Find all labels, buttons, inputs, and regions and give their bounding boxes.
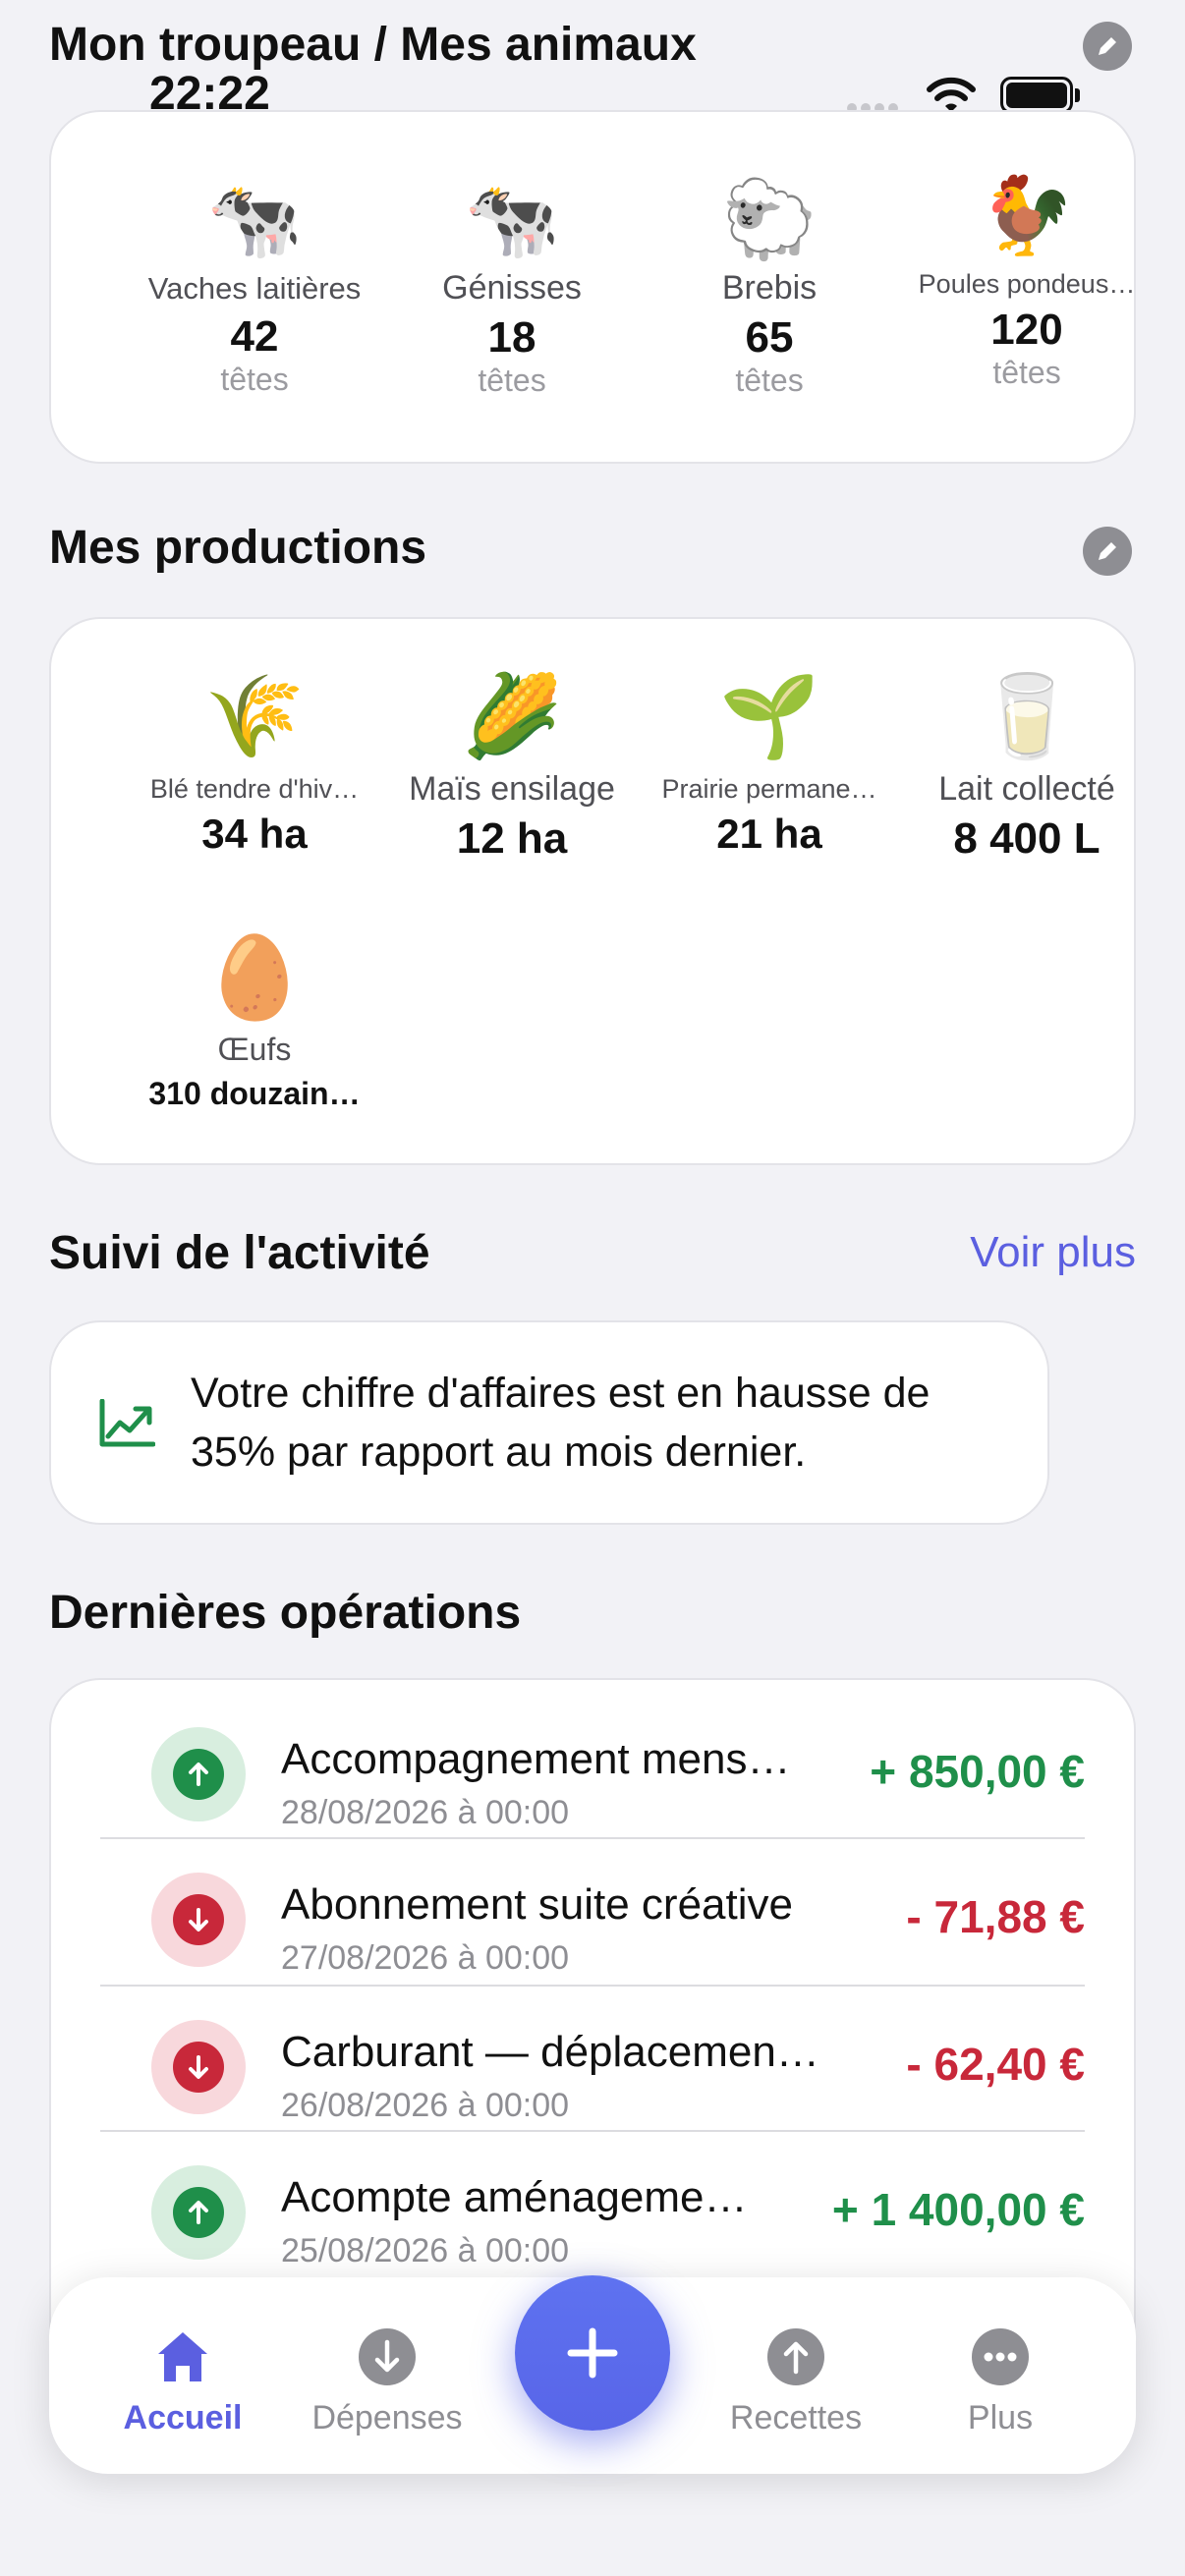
herd-item-value: 120 bbox=[990, 306, 1063, 354]
more-icon bbox=[972, 2328, 1029, 2385]
arrow-down-icon bbox=[189, 2055, 208, 2079]
operation-date: 27/08/2026 à 00:00 bbox=[281, 1939, 570, 1977]
tab-label: Plus bbox=[967, 2399, 1034, 2436]
tab-accueil[interactable]: Accueil bbox=[85, 2326, 281, 2437]
operation-row[interactable]: Abonnement suite créative 27/08/2026 à 0… bbox=[102, 1847, 1085, 1992]
arrow-down-icon bbox=[189, 1908, 208, 1932]
operation-amount: + 850,00 € bbox=[870, 1746, 1085, 1797]
herd-item-label: Poules pondeus… bbox=[918, 269, 1136, 299]
herd-item-value: 18 bbox=[487, 313, 536, 362]
herd-item[interactable]: 🐄 Génisses 18 têtes bbox=[383, 175, 641, 399]
cow-icon: 🐄 bbox=[464, 176, 560, 262]
divider bbox=[100, 2130, 1085, 2132]
milk-glass-icon: 🥛 bbox=[976, 672, 1078, 761]
income-badge bbox=[151, 2165, 246, 2260]
operation-row[interactable]: Carburant — déplacemen… 26/08/2026 à 00:… bbox=[102, 1994, 1085, 2140]
operation-date: 28/08/2026 à 00:00 bbox=[281, 1794, 570, 1831]
tab-label: Dépenses bbox=[311, 2399, 463, 2436]
arrow-up-icon bbox=[189, 2201, 208, 2224]
battery-icon bbox=[1000, 77, 1073, 114]
herd-item-unit: têtes bbox=[992, 355, 1061, 390]
operation-date: 25/08/2026 à 00:00 bbox=[281, 2232, 570, 2269]
production-item-value: 12 ha bbox=[456, 814, 568, 863]
see-more-link[interactable]: Voir plus bbox=[970, 1228, 1136, 1277]
seedling-icon: 🌱 bbox=[718, 672, 820, 761]
arrow-down-circle-icon bbox=[359, 2328, 416, 2385]
tab-plus[interactable]: Plus bbox=[902, 2326, 1099, 2437]
herd-title: Mon troupeau / Mes animaux bbox=[49, 19, 697, 71]
production-item-value: 21 ha bbox=[716, 811, 822, 857]
income-badge bbox=[151, 1727, 246, 1821]
home-icon bbox=[158, 2332, 207, 2381]
production-item-value: 310 douzain… bbox=[148, 1076, 361, 1111]
production-item-label: Œufs bbox=[217, 1032, 292, 1067]
operation-title: Acompte aménageme… bbox=[281, 2173, 748, 2221]
production-item[interactable]: 🥚 Œufs 310 douzain… bbox=[126, 931, 383, 1112]
operation-amount: - 71,88 € bbox=[906, 1891, 1085, 1942]
pencil-icon bbox=[1099, 542, 1116, 560]
add-button[interactable] bbox=[515, 2275, 670, 2431]
edit-herd-button[interactable] bbox=[1083, 22, 1132, 71]
sheep-icon: 🐑 bbox=[721, 176, 818, 262]
herd-item[interactable]: 🐄 Vaches laitières 42 têtes bbox=[126, 175, 383, 398]
production-item-value: 8 400 L bbox=[953, 814, 1100, 863]
production-item[interactable]: 🥛 Lait collecté 8 400 L bbox=[898, 670, 1156, 864]
productions-card: 🌾 Blé tendre d'hiv… 34 ha 🌽 Maïs ensilag… bbox=[49, 617, 1136, 1165]
pencil-icon bbox=[1099, 37, 1116, 55]
herd-item-unit: têtes bbox=[478, 363, 546, 398]
tab-recettes[interactable]: Recettes bbox=[698, 2326, 894, 2437]
herd-item-label: Génisses bbox=[442, 269, 582, 307]
operation-title: Carburant — déplacemen… bbox=[281, 2028, 819, 2076]
activity-title: Suivi de l'activité bbox=[49, 1227, 430, 1279]
herd-item[interactable]: 🐓 Poules pondeus… 120 têtes bbox=[898, 171, 1156, 391]
herd-item-value: 42 bbox=[230, 312, 279, 361]
operation-date: 26/08/2026 à 00:00 bbox=[281, 2087, 570, 2124]
expense-badge bbox=[151, 2020, 246, 2114]
operation-title: Accompagnement mens… bbox=[281, 1735, 791, 1783]
cow-icon: 🐄 bbox=[206, 176, 303, 262]
production-item[interactable]: 🌾 Blé tendre d'hiv… 34 ha bbox=[126, 670, 383, 858]
edit-productions-button[interactable] bbox=[1083, 527, 1132, 576]
trending-up-icon bbox=[99, 1399, 155, 1447]
herd-item-label: Vaches laitières bbox=[147, 271, 362, 306]
herd-item-label: Brebis bbox=[721, 269, 818, 307]
herd-item-value: 65 bbox=[745, 313, 794, 362]
operation-amount: - 62,40 € bbox=[906, 2039, 1085, 2090]
plus-icon bbox=[567, 2327, 618, 2379]
egg-icon: 🥚 bbox=[203, 933, 306, 1023]
arrow-up-circle-icon bbox=[767, 2328, 824, 2385]
operation-row[interactable]: Acompte aménageme… 25/08/2026 à 00:00 + … bbox=[102, 2140, 1085, 2285]
operation-row[interactable]: Accompagnement mens… 28/08/2026 à 00:00 … bbox=[102, 1702, 1085, 1847]
battery-cap-icon bbox=[1075, 88, 1080, 102]
herd-item-unit: têtes bbox=[220, 362, 289, 397]
insight-text: Votre chiffre d'affaires est en hausse d… bbox=[191, 1370, 931, 1476]
operation-amount: + 1 400,00 € bbox=[831, 2184, 1085, 2235]
tab-depenses[interactable]: Dépenses bbox=[289, 2326, 485, 2437]
arrow-up-icon bbox=[189, 1763, 208, 1786]
production-item-value: 34 ha bbox=[201, 811, 308, 857]
herd-item-unit: têtes bbox=[735, 363, 804, 398]
herd-item[interactable]: 🐑 Brebis 65 têtes bbox=[641, 175, 898, 399]
operations-title: Dernières opérations bbox=[49, 1587, 522, 1639]
herd-card: 🐄 Vaches laitières 42 têtes 🐄 Génisses 1… bbox=[49, 110, 1136, 464]
insight-card[interactable]: Votre chiffre d'affaires est en hausse d… bbox=[49, 1320, 1049, 1525]
rooster-icon: 🐓 bbox=[979, 172, 1075, 258]
operation-title: Abonnement suite créative bbox=[281, 1880, 793, 1929]
divider bbox=[100, 1985, 1085, 1987]
production-item-label: Blé tendre d'hiv… bbox=[149, 774, 360, 804]
production-item[interactable]: 🌱 Prairie permane… 21 ha bbox=[641, 670, 898, 858]
corn-icon: 🌽 bbox=[461, 672, 563, 761]
wheat-icon: 🌾 bbox=[203, 672, 306, 761]
production-item-label: Prairie permane… bbox=[661, 774, 877, 804]
tab-label: Accueil bbox=[123, 2399, 243, 2436]
tab-label: Recettes bbox=[729, 2399, 863, 2436]
production-item-label: Maïs ensilage bbox=[409, 770, 615, 808]
divider bbox=[100, 1837, 1085, 1839]
expense-badge bbox=[151, 1873, 246, 1967]
productions-title: Mes productions bbox=[49, 522, 427, 574]
production-item-label: Lait collecté bbox=[938, 770, 1115, 808]
production-item[interactable]: 🌽 Maïs ensilage 12 ha bbox=[383, 670, 641, 864]
